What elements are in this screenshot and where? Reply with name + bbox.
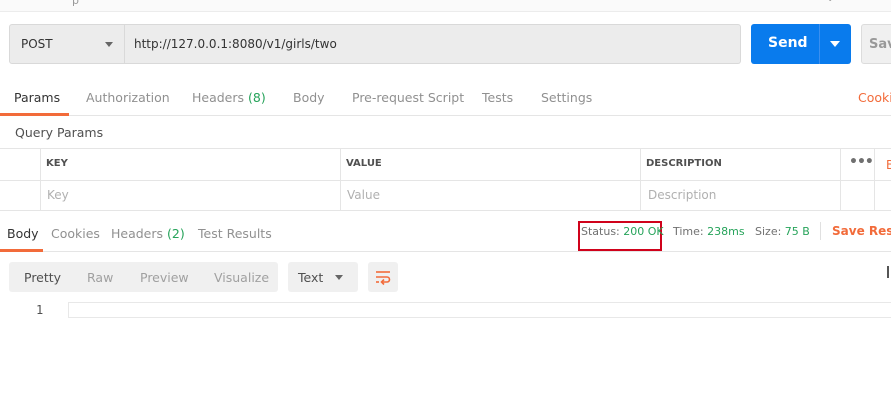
param-description-input[interactable]: Description xyxy=(648,188,716,202)
send-label: Send xyxy=(768,35,808,51)
tab-response-headers-label: Headers xyxy=(111,226,164,241)
view-mode-switcher: Pretty Raw Preview Visualize xyxy=(9,262,278,292)
more-options-icon[interactable]: ••• xyxy=(849,154,874,170)
tab-params[interactable]: Params xyxy=(14,90,60,105)
view-mode-raw[interactable]: Raw xyxy=(87,270,113,285)
response-editor[interactable]: 1 xyxy=(0,300,891,320)
headers-count-badge: (8) xyxy=(248,90,266,105)
editor-line[interactable] xyxy=(68,302,891,318)
time-label: Time: xyxy=(673,225,704,238)
cookies-link[interactable]: Cookie xyxy=(858,90,891,105)
method-select[interactable]: POST xyxy=(9,24,125,64)
top-strip: p ⌄ xyxy=(0,0,891,12)
column-header-value: VALUE xyxy=(346,158,382,169)
url-text: http://127.0.0.1:8080/v1/girls/two xyxy=(134,37,337,51)
chevron-down-icon[interactable]: ⌄ xyxy=(826,0,834,4)
url-input[interactable]: http://127.0.0.1:8080/v1/girls/two xyxy=(125,24,741,64)
size-value: 75 B xyxy=(784,225,810,238)
caret-down-icon xyxy=(335,275,343,280)
active-response-tab-indicator xyxy=(0,249,43,252)
copy-icon[interactable] xyxy=(887,266,891,278)
status-value: 200 OK xyxy=(623,225,664,238)
params-table: KEY VALUE DESCRIPTION ••• B Key Value De… xyxy=(0,148,891,211)
tab-headers[interactable]: Headers (8) xyxy=(192,90,266,105)
status-label: Status: xyxy=(581,225,620,238)
status-readout: Status: 200 OK xyxy=(581,225,664,238)
format-label: Text xyxy=(298,270,324,285)
format-select[interactable]: Text xyxy=(288,262,358,292)
time-value: 238ms xyxy=(707,225,745,238)
method-label: POST xyxy=(21,37,53,51)
divider xyxy=(820,222,821,240)
caret-down-icon xyxy=(105,42,113,47)
send-options-caret-icon[interactable] xyxy=(830,41,840,47)
tab-body[interactable]: Body xyxy=(293,90,325,105)
request-tabs: Params Authorization Headers (8) Body Pr… xyxy=(0,84,891,116)
tab-prerequest-script[interactable]: Pre-request Script xyxy=(352,90,464,105)
view-mode-visualize[interactable]: Visualize xyxy=(214,270,269,285)
save-response-button[interactable]: Save Resp xyxy=(832,224,891,238)
tab-test-results[interactable]: Test Results xyxy=(198,226,272,241)
size-label: Size: xyxy=(755,225,782,238)
tab-authorization[interactable]: Authorization xyxy=(86,90,170,105)
save-label: Sav xyxy=(869,37,891,52)
param-key-input[interactable]: Key xyxy=(47,188,69,202)
active-tab-indicator xyxy=(0,113,69,116)
breadcrumb: p xyxy=(72,0,79,7)
column-header-description: DESCRIPTION xyxy=(646,158,722,169)
tab-response-headers[interactable]: Headers (2) xyxy=(111,226,185,241)
response-headers-count-badge: (2) xyxy=(167,226,185,241)
column-header-key: KEY xyxy=(46,158,68,169)
tab-tests[interactable]: Tests xyxy=(482,90,513,105)
tab-response-cookies[interactable]: Cookies xyxy=(51,226,100,241)
row-divider xyxy=(0,180,891,181)
line-number: 1 xyxy=(36,303,44,317)
param-value-input[interactable]: Value xyxy=(347,188,380,202)
wrap-lines-icon xyxy=(376,271,391,286)
time-readout[interactable]: Time: 238ms xyxy=(673,225,745,238)
send-split-divider xyxy=(819,24,820,64)
bulk-edit-link[interactable]: B xyxy=(886,158,891,172)
view-mode-preview[interactable]: Preview xyxy=(140,270,189,285)
wrap-lines-button[interactable] xyxy=(368,262,398,292)
tab-headers-label: Headers xyxy=(192,90,245,105)
tab-settings[interactable]: Settings xyxy=(541,90,592,105)
tab-response-body[interactable]: Body xyxy=(7,226,39,241)
view-mode-pretty[interactable]: Pretty xyxy=(24,270,61,285)
send-button[interactable]: Send xyxy=(751,24,851,64)
query-params-title: Query Params xyxy=(15,125,104,140)
size-readout[interactable]: Size: 75 B xyxy=(755,225,810,238)
save-button[interactable]: Sav xyxy=(861,24,891,64)
response-bar: Body Cookies Headers (2) Test Results St… xyxy=(0,212,891,252)
